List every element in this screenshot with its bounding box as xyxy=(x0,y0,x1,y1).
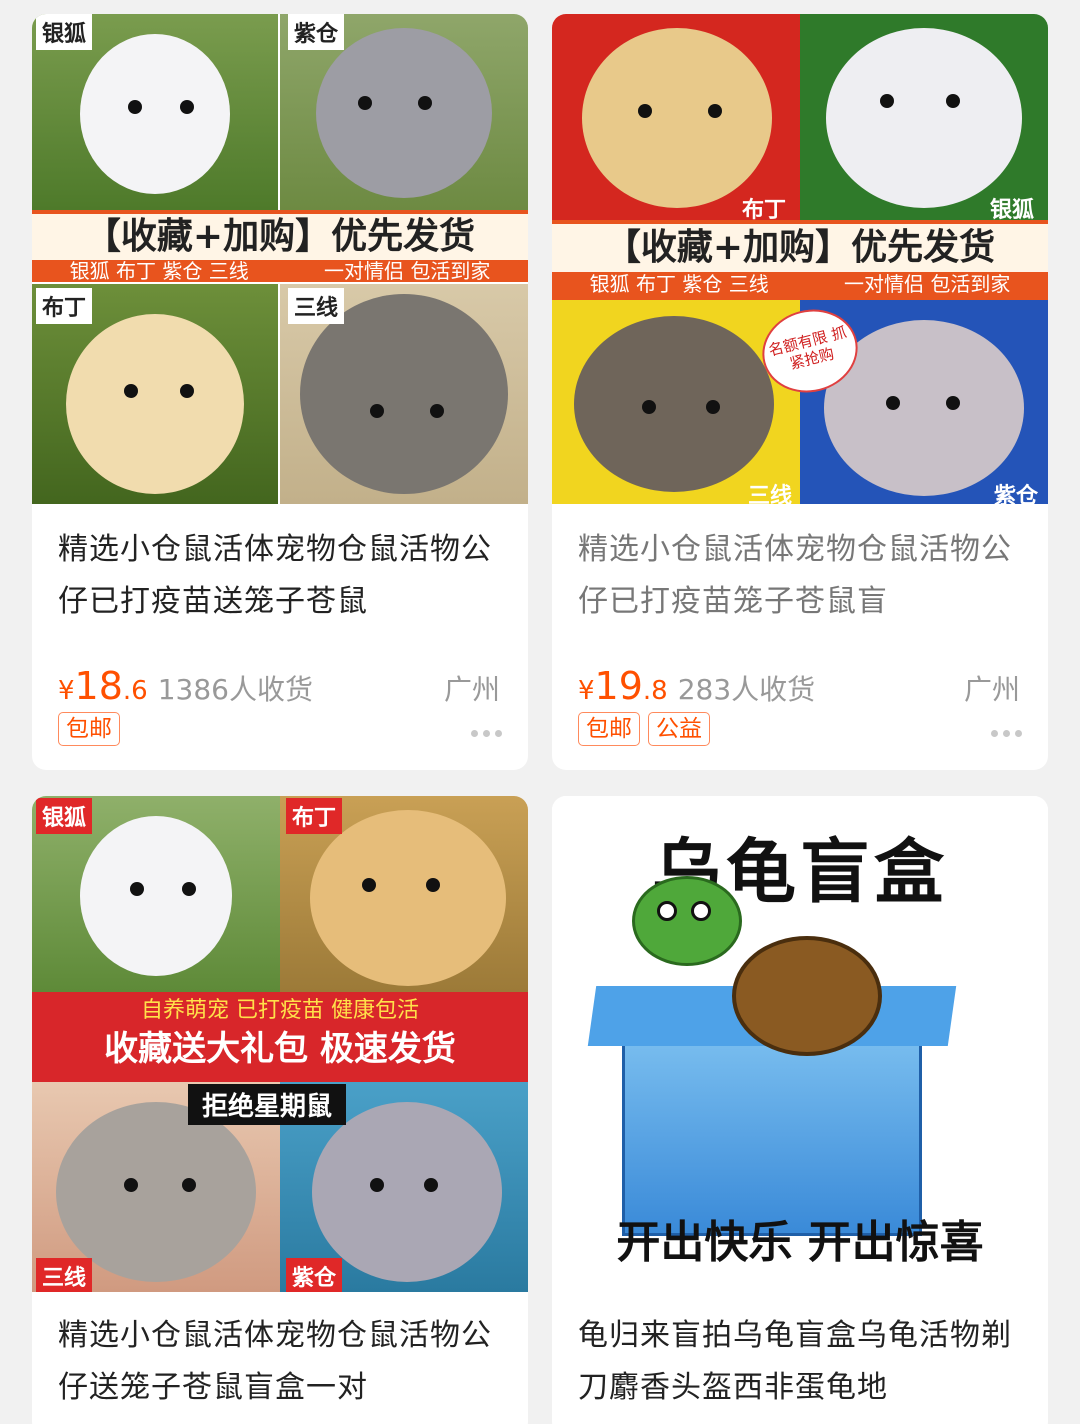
turtle-head-icon xyxy=(632,876,742,966)
more-options-icon[interactable] xyxy=(471,730,502,737)
product-title[interactable]: 精选小仓鼠活体宠物仓鼠活物公仔送笼子苍鼠盲盒一对 xyxy=(58,1310,506,1414)
tag-list: 包邮 公益 xyxy=(578,712,710,746)
price-row: ¥ 18 .6 1386人收货 广州 xyxy=(58,664,500,708)
tag-charity: 公益 xyxy=(648,712,710,746)
price-integer: 18 xyxy=(74,664,123,708)
tag-free-shipping: 包邮 xyxy=(58,712,120,746)
banner-sub-left: 银狐 布丁 紫仓 三线 xyxy=(589,272,769,296)
more-options-icon[interactable] xyxy=(991,730,1022,737)
price-integer: 19 xyxy=(594,664,643,708)
product-image[interactable]: 自养萌宠 已打疫苗 健康包活 收藏送大礼包 极速发货 拒绝星期鼠 银狐 布丁 三… xyxy=(32,796,528,1292)
currency-symbol: ¥ xyxy=(58,676,75,706)
price-row: ¥ 19 .8 283人收货 广州 xyxy=(578,664,1020,708)
price-decimal: .8 xyxy=(642,676,668,706)
image-bottom-text: 开出快乐 开出惊喜 xyxy=(616,1217,984,1268)
image-label: 紫仓 xyxy=(288,14,345,50)
banner-top: 自养萌宠 已打疫苗 健康包活 xyxy=(141,998,419,1023)
product-card[interactable]: 【收藏+加购】优先发货 银狐 布丁 紫仓 三线 一对情侣 包活到家 银狐 紫仓 … xyxy=(32,14,528,770)
currency-symbol: ¥ xyxy=(578,676,595,706)
sold-count: 1386人收货 xyxy=(157,673,313,706)
banner-main: 【收藏+加购】优先发货 xyxy=(552,224,1048,272)
banner-sub-left: 银狐 布丁 紫仓 三线 xyxy=(69,259,249,283)
image-title: 乌龟盲盒 xyxy=(652,831,948,913)
location: 广州 xyxy=(443,673,500,706)
promo-banner: 【收藏+加购】优先发货 银狐 布丁 紫仓 三线 一对情侣 包活到家 xyxy=(32,210,528,282)
product-card[interactable]: 【收藏+加购】优先发货 银狐 布丁 紫仓 三线 一对情侣 包活到家 名额有限 抓… xyxy=(552,14,1048,770)
image-label: 银狐 xyxy=(36,798,93,834)
image-label: 三线 xyxy=(748,484,793,504)
product-card[interactable]: 乌龟盲盒 开出快乐 开出惊喜 龟归来盲拍乌龟盲盒乌龟活物剃刀麝香头盔西非蛋龟地 xyxy=(552,796,1048,1424)
product-image[interactable]: 【收藏+加购】优先发货 银狐 布丁 紫仓 三线 一对情侣 包活到家 名额有限 抓… xyxy=(552,14,1048,504)
sold-count: 283人收货 xyxy=(677,673,816,706)
banner-main: 【收藏+加购】优先发货 xyxy=(32,214,528,260)
location: 广州 xyxy=(963,673,1020,706)
banner-sub-right: 一对情侣 包活到家 xyxy=(844,272,1011,296)
product-title[interactable]: 精选小仓鼠活体宠物仓鼠活物公仔已打疫苗笼子苍鼠盲 xyxy=(578,524,1026,628)
promo-banner: 自养萌宠 已打疫苗 健康包活 收藏送大礼包 极速发货 xyxy=(32,992,528,1082)
product-title[interactable]: 龟归来盲拍乌龟盲盒乌龟活物剃刀麝香头盔西非蛋龟地 xyxy=(578,1310,1026,1414)
image-label: 银狐 xyxy=(36,14,93,50)
product-grid: 【收藏+加购】优先发货 银狐 布丁 紫仓 三线 一对情侣 包活到家 银狐 紫仓 … xyxy=(0,0,1080,1424)
product-image[interactable]: 乌龟盲盒 开出快乐 开出惊喜 xyxy=(552,796,1048,1292)
image-label: 三线 xyxy=(36,1258,93,1292)
image-label: 紫仓 xyxy=(994,484,1039,504)
image-label: 布丁 xyxy=(286,798,343,834)
image-label: 布丁 xyxy=(36,288,93,324)
banner-black: 拒绝星期鼠 xyxy=(188,1084,347,1125)
banner-sub-right: 一对情侣 包活到家 xyxy=(324,259,491,283)
image-label: 三线 xyxy=(288,288,345,324)
tag-free-shipping: 包邮 xyxy=(578,712,640,746)
gift-box-icon xyxy=(622,1026,922,1236)
image-label: 布丁 xyxy=(742,198,787,223)
tag-list: 包邮 xyxy=(58,712,120,746)
hamster-photo xyxy=(552,300,800,504)
turtle-shell-icon xyxy=(732,936,882,1056)
product-image[interactable]: 【收藏+加购】优先发货 银狐 布丁 紫仓 三线 一对情侣 包活到家 银狐 紫仓 … xyxy=(32,14,528,504)
image-label: 紫仓 xyxy=(286,1258,343,1292)
banner-main: 收藏送大礼包 极速发货 xyxy=(104,1029,456,1069)
promo-banner: 【收藏+加购】优先发货 银狐 布丁 紫仓 三线 一对情侣 包活到家 xyxy=(552,220,1048,300)
product-title[interactable]: 精选小仓鼠活体宠物仓鼠活物公仔已打疫苗送笼子苍鼠 xyxy=(58,524,506,628)
product-card[interactable]: 自养萌宠 已打疫苗 健康包活 收藏送大礼包 极速发货 拒绝星期鼠 银狐 布丁 三… xyxy=(32,796,528,1424)
image-label: 银狐 xyxy=(990,198,1035,223)
price-decimal: .6 xyxy=(122,676,148,706)
